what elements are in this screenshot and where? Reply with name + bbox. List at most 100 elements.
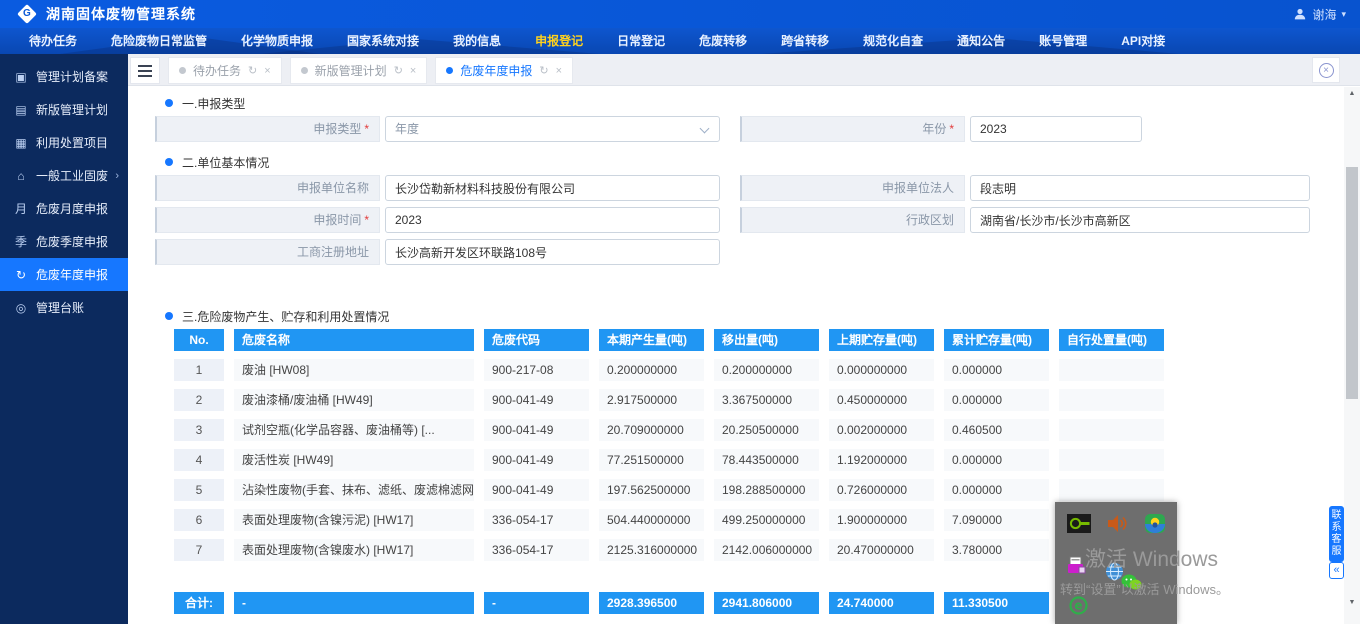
row-number-cell: 3 bbox=[174, 419, 224, 441]
nav-item[interactable]: API对接 bbox=[1104, 28, 1182, 54]
unit-name-label: 申报单位名称 bbox=[155, 175, 380, 201]
ie-icon[interactable]: e bbox=[1069, 596, 1088, 620]
waste-code-cell: 336-054-17 bbox=[484, 509, 589, 531]
scrollbar-thumb[interactable] bbox=[1346, 167, 1358, 399]
self-disposal-cell bbox=[1059, 479, 1164, 501]
nav-item[interactable]: 危废转移 bbox=[682, 28, 764, 54]
removed-cell: 499.250000000 bbox=[714, 509, 819, 531]
year-input[interactable] bbox=[970, 116, 1142, 142]
app-title: 湖南固体废物管理系统 bbox=[46, 4, 196, 24]
total-storage-cell: 0.000000 bbox=[944, 479, 1049, 501]
nav-item[interactable]: 待办任务 bbox=[12, 28, 94, 54]
totals-total-storage: 11.330500 bbox=[944, 592, 1049, 614]
tab-refresh-icon[interactable]: ↻ bbox=[248, 64, 257, 77]
region-input[interactable] bbox=[970, 207, 1310, 233]
wechat-icon[interactable] bbox=[1121, 574, 1142, 596]
user-menu[interactable]: 谢海 ▾ bbox=[1293, 6, 1346, 23]
totals-removed: 2941.806000 bbox=[714, 592, 819, 614]
totals-row: 合计: - - 2928.396500 2941.806000 24.74000… bbox=[174, 592, 1164, 614]
legal-person-input[interactable] bbox=[970, 175, 1310, 201]
system-tray-popup: e bbox=[1055, 502, 1177, 624]
main-nav: 待办任务 危险废物日常监管 化学物质申报 国家系统对接 我的信息 申报登记 日常… bbox=[0, 28, 1360, 54]
nav-item[interactable]: 日常登记 bbox=[600, 28, 682, 54]
nav-item[interactable]: 国家系统对接 bbox=[330, 28, 436, 54]
table-header-cell: 自行处置量(吨) bbox=[1059, 329, 1164, 351]
address-input[interactable] bbox=[385, 239, 720, 265]
row-number-cell: 5 bbox=[174, 479, 224, 501]
sidebar-item-icon: ▦ bbox=[13, 136, 29, 150]
game-center-icon[interactable] bbox=[1145, 514, 1165, 538]
fax-icon[interactable] bbox=[1067, 556, 1086, 580]
vertical-scrollbar: ▲ ▼ bbox=[1344, 87, 1360, 624]
totals-code: - bbox=[484, 592, 589, 614]
page-tab[interactable]: 新版管理计划 ↻ × bbox=[290, 57, 428, 84]
nav-item[interactable]: 我的信息 bbox=[436, 28, 518, 54]
tab-status-dot bbox=[446, 67, 453, 74]
collapse-menu-button[interactable] bbox=[130, 57, 160, 84]
page-tab[interactable]: 待办任务 ↻ × bbox=[168, 57, 282, 84]
tab-refresh-icon[interactable]: ↻ bbox=[539, 64, 548, 77]
app-logo-icon: G bbox=[17, 4, 37, 24]
waste-code-cell: 900-041-49 bbox=[484, 389, 589, 411]
prev-storage-cell: 0.000000000 bbox=[829, 359, 934, 381]
nav-item[interactable]: 账号管理 bbox=[1022, 28, 1104, 54]
waste-name-cell: 试剂空瓶(化学品容器、废油桶等) [... bbox=[234, 419, 474, 441]
scroll-down-arrow[interactable]: ▼ bbox=[1344, 596, 1360, 610]
report-time-label: 申报时间* bbox=[155, 207, 380, 233]
scroll-up-arrow[interactable]: ▲ bbox=[1344, 87, 1360, 101]
self-disposal-cell bbox=[1059, 419, 1164, 441]
total-storage-cell: 0.460500 bbox=[944, 419, 1049, 441]
sidebar-item[interactable]: 季 危废季度申报 › bbox=[0, 225, 128, 258]
volume-icon[interactable] bbox=[1107, 514, 1128, 538]
section-title-2: 二.单位基本情况 bbox=[165, 155, 1344, 169]
year-label: 年份* bbox=[740, 116, 965, 142]
page-tab[interactable]: 危废年度申报 ↻ × bbox=[435, 57, 573, 84]
total-storage-cell: 0.000000 bbox=[944, 389, 1049, 411]
sidebar-item-label: 利用处置项目 bbox=[36, 134, 108, 151]
waste-name-cell: 表面处理废物(含镍污泥) [HW17] bbox=[234, 509, 474, 531]
nav-item[interactable]: 通知公告 bbox=[940, 28, 1022, 54]
row-number-cell: 6 bbox=[174, 509, 224, 531]
tab-actions-button[interactable]: × bbox=[1312, 57, 1340, 83]
table-header-cell: 上期贮存量(吨) bbox=[829, 329, 934, 351]
table-header-cell: 危废名称 bbox=[234, 329, 474, 351]
sidebar-item[interactable]: ▤ 新版管理计划 › bbox=[0, 93, 128, 126]
waste-code-cell: 900-041-49 bbox=[484, 479, 589, 501]
total-storage-cell: 7.090000 bbox=[944, 509, 1049, 531]
tab-close-icon[interactable]: × bbox=[264, 65, 270, 77]
nav-item[interactable]: 跨省转移 bbox=[764, 28, 846, 54]
sidebar-item-label: 管理计划备案 bbox=[36, 68, 108, 85]
sidebar-item[interactable]: 月 危废月度申报 › bbox=[0, 192, 128, 225]
circle-close-icon: × bbox=[1319, 63, 1334, 78]
unit-name-input[interactable] bbox=[385, 175, 720, 201]
table-header-cell: No. bbox=[174, 329, 224, 351]
sidebar-item[interactable]: ▣ 管理计划备案 › bbox=[0, 60, 128, 93]
section-dot-icon bbox=[165, 99, 173, 107]
nav-item[interactable]: 规范化自查 bbox=[846, 28, 940, 54]
nvidia-icon[interactable] bbox=[1067, 514, 1091, 538]
prev-storage-cell: 0.002000000 bbox=[829, 419, 934, 441]
sidebar-item-icon: ▤ bbox=[13, 103, 29, 117]
section-dot-icon bbox=[165, 312, 173, 320]
sidebar-item-label: 一般工业固废 bbox=[36, 167, 108, 184]
report-type-select[interactable]: 年度 bbox=[385, 116, 720, 142]
tab-label: 危废年度申报 bbox=[460, 62, 532, 79]
waste-table-header: No.危废名称危废代码本期产生量(吨)移出量(吨)上期贮存量(吨)累计贮存量(吨… bbox=[174, 329, 1164, 351]
tab-close-icon[interactable]: × bbox=[410, 65, 416, 77]
sidebar-item-icon: 月 bbox=[13, 200, 29, 217]
nav-item[interactable]: 申报登记 bbox=[518, 28, 600, 54]
sidebar-item[interactable]: ◎ 管理台账 › bbox=[0, 291, 128, 324]
collapse-panel-button[interactable]: « bbox=[1329, 562, 1344, 579]
contact-service-button[interactable]: 联系客服 bbox=[1329, 506, 1344, 562]
report-time-input[interactable] bbox=[385, 207, 720, 233]
sidebar-item[interactable]: ⌂ 一般工业固废 › bbox=[0, 159, 128, 192]
sidebar-item[interactable]: ▦ 利用处置项目 › bbox=[0, 126, 128, 159]
tab-refresh-icon[interactable]: ↻ bbox=[394, 64, 403, 77]
section-title-3: 三.危险废物产生、贮存和利用处置情况 bbox=[165, 309, 1344, 323]
sidebar-item[interactable]: ↻ 危废年度申报 › bbox=[0, 258, 128, 291]
table-header-cell: 累计贮存量(吨) bbox=[944, 329, 1049, 351]
nav-item[interactable]: 化学物质申报 bbox=[224, 28, 330, 54]
nav-item[interactable]: 危险废物日常监管 bbox=[94, 28, 224, 54]
tab-close-icon[interactable]: × bbox=[556, 65, 562, 77]
waste-name-cell: 废油 [HW08] bbox=[234, 359, 474, 381]
